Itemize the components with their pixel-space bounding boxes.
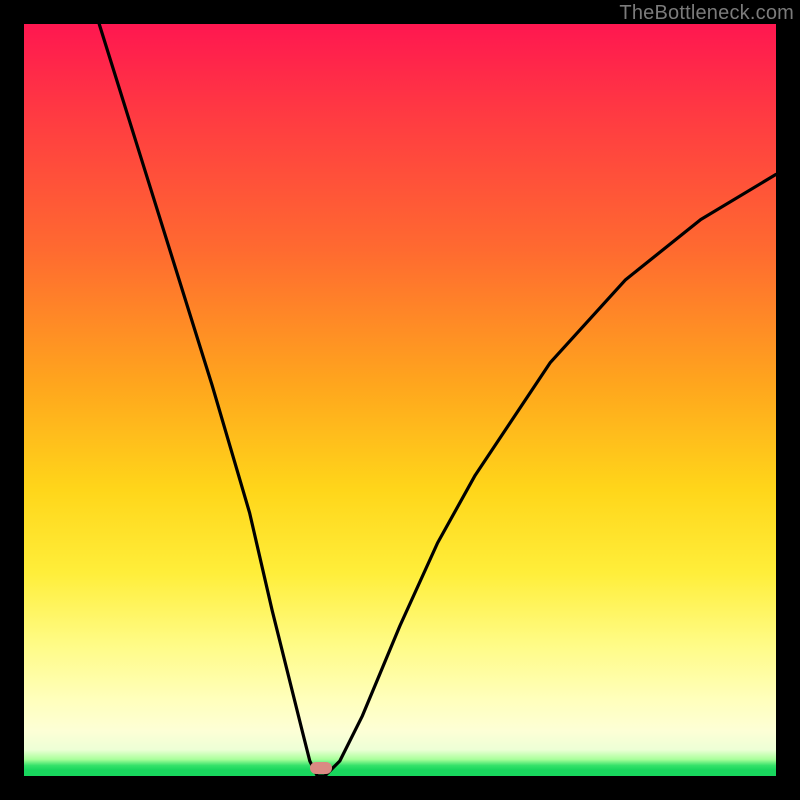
optimum-marker: [310, 762, 332, 774]
plot-area: [24, 24, 776, 776]
bottleneck-curve: [24, 24, 776, 776]
watermark-text: TheBottleneck.com: [619, 2, 794, 25]
chart-frame: TheBottleneck.com: [0, 0, 800, 800]
curve-path: [99, 24, 776, 776]
